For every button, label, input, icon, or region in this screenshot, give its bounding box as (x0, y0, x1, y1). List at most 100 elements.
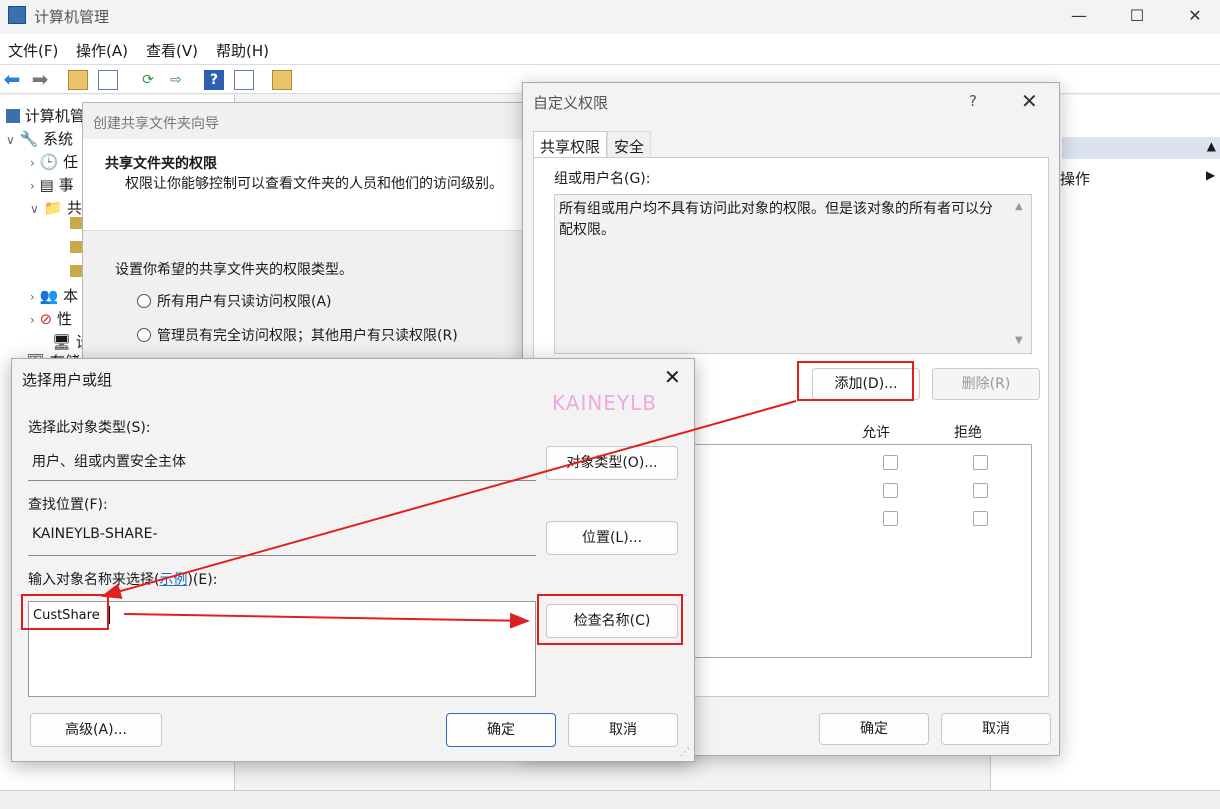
properties-icon[interactable] (234, 70, 254, 90)
tree-system[interactable]: ∨ 🔧 系统 (6, 128, 73, 149)
tree-item-task-scheduler[interactable]: › 🕒 任 (30, 151, 78, 172)
computer-icon (6, 109, 20, 123)
tree-system-label: 系统 (43, 130, 74, 148)
remove-button[interactable]: 删除(R) (932, 368, 1040, 400)
actions-header[interactable]: ▲ (1062, 137, 1220, 159)
annotation-box-name (21, 594, 109, 630)
location-field: KAINEYLB-SHARE- (28, 520, 536, 556)
select-cancel-button[interactable]: 取消 (568, 713, 678, 747)
chevron-down-icon[interactable]: ∨ (6, 133, 15, 147)
tree-item-label: 任 (63, 153, 79, 171)
expand-right-icon[interactable]: ▶ (1206, 168, 1215, 182)
resize-grip-icon[interactable]: ⋰ (680, 747, 690, 758)
close-button[interactable]: ✕ (1180, 4, 1210, 28)
chevron-right-icon[interactable]: › (30, 156, 35, 170)
advanced-button[interactable]: 高级(A)... (30, 713, 162, 747)
select-ok-button[interactable]: 确定 (446, 713, 556, 747)
annotation-box-check (537, 594, 683, 645)
chevron-right-icon[interactable]: › (30, 290, 35, 304)
object-name-label-prefix: 输入对象名称来选择( (28, 572, 160, 588)
menu-file[interactable]: 文件(F) (8, 40, 58, 61)
folder-up-icon[interactable] (68, 70, 88, 90)
perm-close-button[interactable]: ✕ (1021, 89, 1038, 113)
session-icon[interactable] (70, 241, 82, 253)
deny-checkbox[interactable] (973, 511, 988, 526)
object-name-label: 输入对象名称来选择(示例)(E): (28, 569, 217, 589)
open-files-icon[interactable] (70, 265, 82, 277)
select-close-button[interactable]: ✕ (664, 365, 681, 389)
window-title: 计算机管理 (34, 8, 110, 26)
refresh-icon[interactable]: ⟳ (138, 70, 158, 90)
locations-button[interactable]: 位置(L)... (546, 521, 678, 555)
tree-item-label: 本 (63, 287, 79, 305)
chevron-down-icon[interactable]: ∨ (30, 202, 39, 216)
scroll-down-icon[interactable]: ▼ (1015, 335, 1023, 346)
wizard-heading: 共享文件夹的权限 (105, 156, 217, 172)
export-icon[interactable]: ⇨ (166, 70, 186, 90)
scroll-up-icon[interactable]: ▲ (1015, 201, 1023, 212)
radio-circle[interactable] (137, 328, 151, 342)
event-viewer-icon: ▤ (39, 176, 54, 194)
select-dialog-title: 选择用户或组 (22, 371, 113, 389)
tab-share-permissions[interactable]: 共享权限 (533, 131, 608, 157)
collapse-up-icon[interactable]: ▲ (1207, 139, 1216, 153)
help-icon[interactable]: ? (204, 70, 224, 90)
help-button[interactable]: ? (969, 92, 977, 110)
radio-all-readonly[interactable]: 所有用户有只读访问权限(A) (137, 291, 332, 311)
deny-checkbox[interactable] (973, 455, 988, 470)
allow-column-header: 允许 (862, 425, 890, 441)
back-icon[interactable]: ⬅ (2, 69, 22, 90)
deny-column-header: 拒绝 (954, 425, 982, 441)
new-share-icon[interactable] (272, 70, 292, 90)
title-bar: 计算机管理 — ☐ ✕ (0, 0, 1220, 34)
maximize-button[interactable]: ☐ (1122, 4, 1152, 28)
perm-ok-button[interactable]: 确定 (819, 713, 929, 745)
chevron-right-icon[interactable]: › (30, 179, 35, 193)
group-empty-message: 所有组或用户均不具有访问此对象的权限。但是该对象的所有者可以分配权限。 (559, 201, 993, 238)
menu-help[interactable]: 帮助(H) (216, 40, 269, 61)
users-icon: 👥 (39, 287, 59, 305)
object-type-label: 选择此对象类型(S): (28, 420, 151, 436)
performance-icon: ⊘ (39, 310, 53, 328)
perm-dialog-title: 自定义权限 (533, 94, 609, 112)
minimize-button[interactable]: — (1064, 4, 1094, 28)
deny-checkbox[interactable] (973, 483, 988, 498)
wizard-header: 共享文件夹的权限 权限让你能够控制可以查看文件夹的人员和他们的访问级别。 (83, 139, 531, 231)
actions-label[interactable]: 操作 (1060, 168, 1090, 189)
perm-cancel-button[interactable]: 取消 (941, 713, 1051, 745)
shared-folder-icon: 📁 (43, 199, 63, 217)
tree-item-shared-folders[interactable]: ∨ 📁 共 (30, 197, 82, 218)
show-hide-tree-icon[interactable] (98, 70, 118, 90)
computer-management-icon (8, 6, 26, 24)
forward-icon[interactable]: ➡ (30, 69, 50, 90)
group-or-user-list[interactable]: 所有组或用户均不具有访问此对象的权限。但是该对象的所有者可以分配权限。 ▲ ▼ (554, 194, 1032, 354)
radio-circle[interactable] (137, 294, 151, 308)
tree-item-performance[interactable]: › ⊘ 性 (30, 308, 72, 329)
tree-root[interactable]: 计算机管 (6, 105, 85, 126)
list-scrollbar[interactable]: ▲ ▼ (1011, 197, 1029, 351)
object-name-label-suffix: )(E): (187, 572, 218, 588)
location-label: 查找位置(F): (28, 497, 108, 513)
radio-label: 所有用户有只读访问权限(A) (157, 294, 332, 310)
allow-checkbox[interactable] (883, 511, 898, 526)
wizard-subheading: 权限让你能够控制可以查看文件夹的人员和他们的访问级别。 (125, 176, 503, 192)
text-caret (109, 606, 110, 624)
object-types-button[interactable]: 对象类型(O)... (546, 446, 678, 480)
clock-icon: 🕒 (39, 153, 59, 171)
examples-link[interactable]: 示例 (159, 572, 187, 588)
chevron-right-icon[interactable]: › (30, 313, 35, 327)
share-icon[interactable] (70, 217, 82, 229)
tree-item-event-viewer[interactable]: › ▤ 事 (30, 174, 74, 195)
radio-admin-full[interactable]: 管理员有完全访问权限；其他用户有只读权限(R) (137, 325, 458, 345)
tab-security[interactable]: 安全 (607, 131, 652, 157)
menu-view[interactable]: 查看(V) (146, 40, 198, 61)
tree-item-local-users[interactable]: › 👥 本 (30, 285, 78, 306)
menu-action[interactable]: 操作(A) (76, 40, 128, 61)
tree-item-label: 共 (67, 199, 83, 217)
object-type-field: 用户、组或内置安全主体 (28, 445, 536, 481)
annotation-box-add (797, 361, 914, 401)
allow-checkbox[interactable] (883, 483, 898, 498)
allow-checkbox[interactable] (883, 455, 898, 470)
device-manager-icon: 🖥 (52, 333, 72, 351)
group-or-user-label: 组或用户名(G): (554, 171, 651, 187)
